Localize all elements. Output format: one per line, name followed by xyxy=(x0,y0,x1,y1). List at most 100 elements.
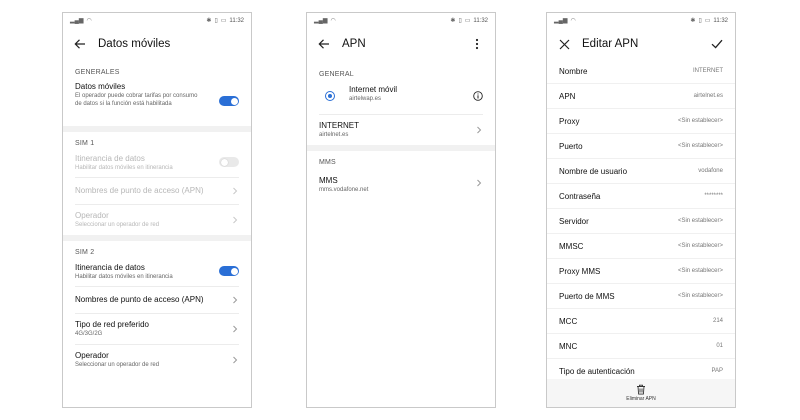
section-header-general: GENERALES xyxy=(75,69,120,76)
apn-field-value: ******** xyxy=(704,193,723,199)
sim1-roaming-row[interactable]: Itinerancia de datos Habilitar datos móv… xyxy=(63,147,251,177)
apn-field-row[interactable]: MNC 01 xyxy=(547,334,735,359)
sim1-operator-row[interactable]: Operador Seleccionar un operador de red xyxy=(63,205,251,235)
apn-field-row[interactable]: Servidor <Sin establecer> xyxy=(547,209,735,234)
back-arrow-icon[interactable] xyxy=(72,36,88,52)
bluetooth-icon: ✱ xyxy=(690,18,696,24)
signal-icon: ▂▄▆ xyxy=(70,18,84,24)
apn-field-label: APN xyxy=(559,91,576,101)
apn-field-row[interactable]: Proxy MMS <Sin establecer> xyxy=(547,259,735,284)
apn-field-label: Nombre xyxy=(559,66,588,76)
page-title: Editar APN xyxy=(582,38,639,50)
page-title: Datos móviles xyxy=(98,38,171,50)
sim2-operator-title: Operador xyxy=(75,351,109,360)
sim1-operator-title: Operador xyxy=(75,211,109,220)
sim2-apn-row[interactable]: Nombres de punto de acceso (APN) xyxy=(63,287,251,313)
chevron-right-icon xyxy=(233,356,238,364)
mms-apn-item[interactable]: MMS mms.vodafone.net xyxy=(307,166,495,200)
apn-field-row[interactable]: MMSC <Sin establecer> xyxy=(547,234,735,259)
apn-field-value: INTERNET xyxy=(693,68,723,74)
sim1-apn-title: Nombres de punto de acceso (APN) xyxy=(75,186,204,195)
apn-field-value: <Sin establecer> xyxy=(677,218,723,224)
battery-icon: ▭ xyxy=(464,18,471,24)
chevron-right-icon xyxy=(233,187,238,195)
close-icon[interactable] xyxy=(556,36,572,52)
sim2-roaming-subtitle: Habilitar datos móviles en itinerancia xyxy=(75,274,173,280)
back-arrow-icon[interactable] xyxy=(316,36,332,52)
apn-name: Internet móvil xyxy=(349,85,398,94)
bluetooth-icon: ✱ xyxy=(450,18,456,24)
bluetooth-icon: ✱ xyxy=(206,18,212,24)
vibrate-icon: ▯ xyxy=(458,18,462,24)
apn-fields-list: Nombre INTERNET APN airtelnet.es Proxy <Sin e… xyxy=(547,59,735,384)
apn-name: INTERNET xyxy=(319,121,359,130)
apn-field-label: MMSC xyxy=(559,241,584,251)
status-time: 11:32 xyxy=(229,18,244,24)
sim2-roaming-row[interactable]: Itinerancia de datos Habilitar datos móv… xyxy=(63,256,251,286)
apn-field-row[interactable]: Nombre INTERNET xyxy=(547,59,735,84)
mms-apn-value: mms.vodafone.net xyxy=(319,187,369,193)
sim1-operator-subtitle: Seleccionar un operador de red xyxy=(75,222,160,228)
apn-field-label: Tipo de autenticación xyxy=(559,366,635,376)
screen-edit-apn: ▂▄▆ ◠ ✱ ▯ ▭ 11:32 Editar APN Nombre INTER… xyxy=(546,12,736,408)
check-icon[interactable] xyxy=(709,36,725,52)
section-header-sim2: SIM 2 xyxy=(75,249,95,256)
sim2-network-type-value: 4G/3G/2G xyxy=(75,331,103,337)
apn-field-value: 01 xyxy=(716,343,723,349)
sim2-roaming-title: Itinerancia de datos xyxy=(75,263,145,272)
apn-selected-radio[interactable] xyxy=(325,91,335,101)
mobile-data-toggle[interactable] xyxy=(219,96,239,106)
battery-icon: ▭ xyxy=(220,18,227,24)
battery-icon: ▭ xyxy=(704,18,711,24)
signal-icon: ▂▄▆ xyxy=(554,18,568,24)
page-title: APN xyxy=(342,38,366,50)
wifi-icon: ◠ xyxy=(86,18,92,24)
info-icon[interactable] xyxy=(473,91,483,101)
chevron-right-icon xyxy=(233,296,238,304)
sim1-roaming-toggle[interactable] xyxy=(219,157,239,167)
chevron-right-icon xyxy=(477,179,482,187)
chevron-right-icon xyxy=(233,216,238,224)
apn-field-row[interactable]: Puerto <Sin establecer> xyxy=(547,134,735,159)
status-time: 11:32 xyxy=(713,18,728,24)
mobile-data-title: Datos móviles xyxy=(75,82,126,91)
apn-field-value: <Sin establecer> xyxy=(677,243,723,249)
mms-apn-name: MMS xyxy=(319,176,338,185)
apn-field-row[interactable]: Contraseña ******** xyxy=(547,184,735,209)
apn-value: airtelnet.es xyxy=(319,132,349,138)
trash-icon xyxy=(636,384,645,395)
status-bar: ▂▄▆ ◠ ✱ ▯ ▭ 11:32 xyxy=(547,13,735,29)
section-header-mms: MMS xyxy=(319,159,336,166)
mobile-data-subtitle: El operador puede cobrar tarifas por con… xyxy=(75,93,198,107)
apn-field-row[interactable]: Proxy <Sin establecer> xyxy=(547,109,735,134)
apn-field-label: Contraseña xyxy=(559,191,601,201)
apn-field-label: MCC xyxy=(559,316,578,326)
apn-field-row[interactable]: Nombre de usuario vodafone xyxy=(547,159,735,184)
sim2-operator-subtitle: Seleccionar un operador de red xyxy=(75,362,160,368)
delete-apn-button[interactable]: Eliminar APN xyxy=(626,384,656,402)
apn-field-value: vodafone xyxy=(698,168,723,174)
apn-field-row[interactable]: Puerto de MMS <Sin establecer> xyxy=(547,284,735,309)
sim2-network-type-row[interactable]: Tipo de red preferido 4G/3G/2G xyxy=(63,314,251,344)
mobile-data-row[interactable]: Datos móviles El operador puede cobrar t… xyxy=(63,76,251,126)
more-vert-icon[interactable] xyxy=(469,36,485,52)
sim1-roaming-subtitle: Habilitar datos móviles en itinerancia xyxy=(75,165,173,171)
section-header-general: GENERAL xyxy=(319,71,354,78)
apn-field-value: airtelnet.es xyxy=(693,93,723,99)
sim2-operator-row[interactable]: Operador Seleccionar un operador de red xyxy=(63,345,251,375)
screen-mobile-data: ▂▄▆ ◠ ✱ ▯ ▭ 11:32 Datos móviles GENERALE… xyxy=(62,12,252,408)
apn-field-value: <Sin establecer> xyxy=(677,293,723,299)
sim2-roaming-toggle[interactable] xyxy=(219,266,239,276)
apn-field-value: <Sin establecer> xyxy=(677,268,723,274)
apn-field-label: Puerto de MMS xyxy=(559,291,615,301)
section-header-sim1: SIM 1 xyxy=(75,140,95,147)
screen-apn-list: ▂▄▆ ◠ ✱ ▯ ▭ 11:32 APN GENERAL Internet m… xyxy=(306,12,496,408)
wifi-icon: ◠ xyxy=(570,18,576,24)
vibrate-icon: ▯ xyxy=(214,18,218,24)
apn-field-row[interactable]: MCC 214 xyxy=(547,309,735,334)
apn-field-row[interactable]: APN airtelnet.es xyxy=(547,84,735,109)
sim1-apn-row[interactable]: Nombres de punto de acceso (APN) xyxy=(63,178,251,204)
apn-field-value: <Sin establecer> xyxy=(677,118,723,124)
apn-item[interactable]: Internet móvil airtelwap.es xyxy=(307,78,495,114)
apn-item[interactable]: INTERNET airtelnet.es xyxy=(307,115,495,145)
